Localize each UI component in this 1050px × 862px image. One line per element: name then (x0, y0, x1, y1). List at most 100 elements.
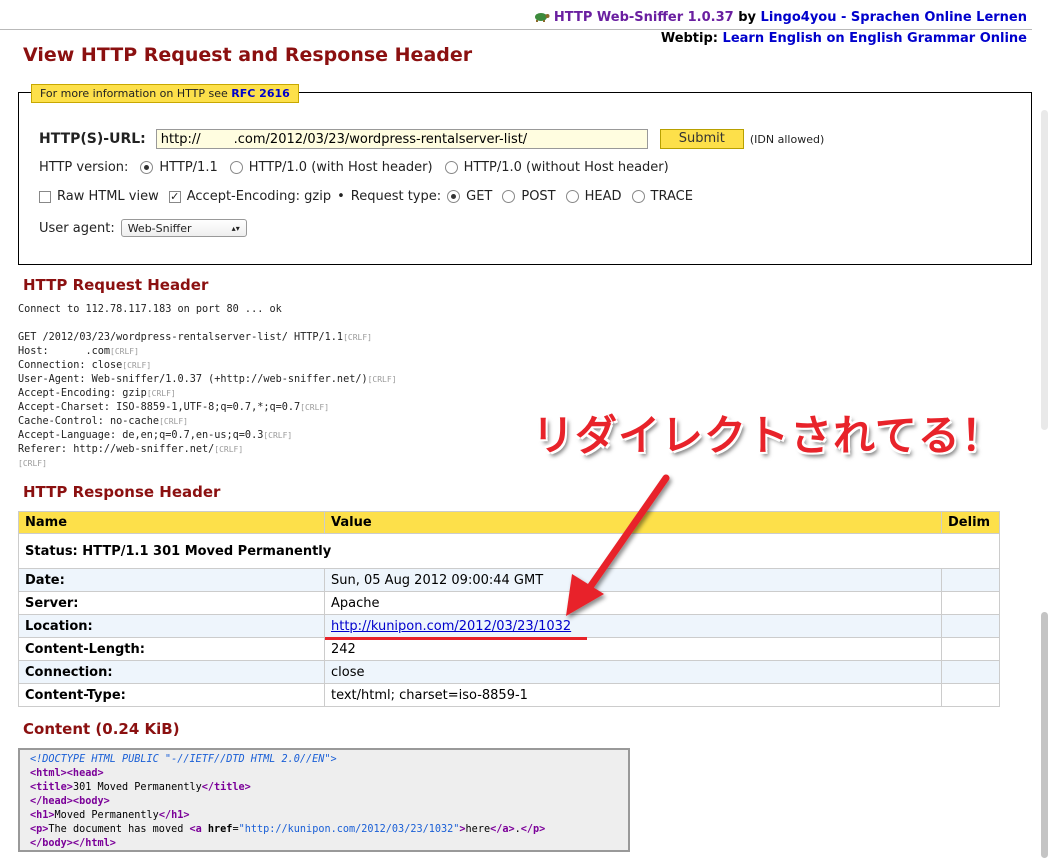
header-delim (941, 591, 1000, 615)
header-delim (941, 614, 1000, 638)
request-line: Connection: close (18, 360, 123, 371)
user-agent-value: Web-Sniffer (127, 221, 192, 235)
radio-http10-host-label: HTTP/1.0 (with Host header) (248, 160, 433, 175)
request-line: Host: .com (18, 346, 111, 357)
source-line: <p>The document has moved <a href="http:… (30, 824, 546, 835)
user-agent-select[interactable]: Web-Sniffer ▴▾ (120, 219, 247, 237)
header-name: Content-Type: (18, 683, 325, 707)
crlf-marker: [CRLF] (367, 375, 397, 384)
status-row: Status: HTTP/1.1 301 Moved Permanently (18, 533, 1000, 569)
crlf-marker: [CRLF] (159, 417, 188, 426)
column-header-delim: Delim (941, 511, 1000, 534)
content-source-box: <!DOCTYPE HTML PUBLIC "-//IETF//DTD HTML… (18, 748, 630, 852)
page-title: View HTTP Request and Response Header (23, 44, 473, 66)
response-header-table: Name Value Delim Status: HTTP/1.1 301 Mo… (18, 511, 1000, 707)
crlf-marker: [CRLF] (214, 445, 244, 454)
column-header-name: Name (18, 511, 325, 534)
link-text: here (465, 824, 491, 835)
crlf-marker: [CRLF] (343, 333, 372, 342)
header-delim (941, 683, 1000, 707)
request-header-block: GET /2012/03/23/wordpress-rentalserver-l… (18, 331, 397, 471)
webtip-label: Webtip: (660, 31, 718, 46)
options-row: Raw HTML view ✓ Accept-Encoding: gzip • … (39, 189, 693, 204)
crlf-marker: [CRLF] (122, 361, 152, 370)
header-name: Server: (18, 591, 325, 615)
request-line: Accept-Encoding: gzip (18, 388, 147, 399)
http-version-label: HTTP version: (39, 160, 129, 175)
request-line: Accept-Language: de,en;q=0.7,en-us;q=0.3 (18, 430, 264, 441)
brand-line: HTTP Web-Sniffer 1.0.37 by Lingo4you - S… (532, 7, 1027, 28)
h1-text: Moved Permanently (54, 810, 159, 821)
accept-encoding-label: Accept-Encoding: gzip (186, 189, 332, 204)
header-name: Connection: (18, 660, 325, 684)
table-row: Content-Length: 242 (18, 637, 1000, 661)
url-input[interactable] (155, 129, 648, 149)
rfc-link[interactable]: RFC 2616 (231, 87, 290, 100)
brand-name: HTTP Web-Sniffer 1.0.37 (553, 10, 734, 25)
scrollbar-track[interactable] (1041, 110, 1048, 430)
source-line: </body></html> (30, 838, 116, 849)
header-name: Date: (18, 568, 325, 592)
user-agent-label: User agent: (39, 220, 115, 236)
source-line: <h1>Moved Permanently</h1> (30, 810, 190, 821)
radio-post[interactable] (502, 190, 516, 203)
header-delim (941, 660, 1000, 684)
by-text: by (738, 10, 757, 25)
request-line: User-Agent: Web-sniffer/1.0.37 (+http://… (18, 374, 368, 385)
radio-http10-nohost-label: HTTP/1.0 (without Host header) (463, 160, 669, 175)
webtip-line: Webtip: Learn English on English Grammar… (532, 28, 1027, 49)
request-line: GET /2012/03/23/wordpress-rentalserver-l… (18, 332, 344, 343)
header-delim (941, 637, 1000, 661)
header-name: Location: (18, 614, 325, 638)
radio-http10-host[interactable] (229, 161, 243, 174)
connect-line: Connect to 112.78.117.183 on port 80 ...… (18, 304, 282, 315)
top-divider (0, 29, 1032, 30)
webtip-link[interactable]: Learn English on English Grammar Online (723, 31, 1027, 46)
http-version-row: HTTP version: HTTP/1.1 HTTP/1.0 (with Ho… (39, 160, 669, 175)
idn-note: (IDN allowed) (749, 132, 825, 146)
href-value: "http://kunipon.com/2012/03/23/1032" (238, 824, 460, 835)
scrollbar-thumb[interactable] (1041, 612, 1048, 858)
radio-http10-nohost[interactable] (444, 161, 458, 174)
radio-trace[interactable] (631, 190, 645, 203)
header-value-cell: http://kunipon.com/2012/03/23/1032 (324, 614, 942, 638)
radio-http11-label: HTTP/1.1 (159, 160, 218, 175)
radio-head[interactable] (565, 190, 579, 203)
doctype-line: <!DOCTYPE HTML PUBLIC "-//IETF//DTD HTML… (30, 754, 337, 765)
request-line: Referer: http://web-sniffer.net/ (18, 444, 215, 455)
radio-http11[interactable] (140, 161, 154, 174)
crlf-marker: [CRLF] (110, 347, 139, 356)
crlf-marker: [CRLF] (146, 389, 176, 398)
accept-encoding-checkbox[interactable]: ✓ (168, 190, 181, 203)
bullet-separator: • (337, 189, 345, 204)
header-value: 242 (324, 637, 942, 661)
p-text: The document has moved (48, 824, 184, 835)
radio-post-label: POST (521, 189, 556, 204)
url-label: HTTP(S)-URL: (39, 131, 146, 147)
request-type-label: Request type: (350, 189, 442, 204)
submit-button[interactable]: Submit (659, 129, 744, 149)
header-value: Sun, 05 Aug 2012 09:00:44 GMT (324, 568, 942, 592)
radio-get[interactable] (447, 190, 461, 203)
column-header-value: Value (324, 511, 942, 534)
top-bar: HTTP Web-Sniffer 1.0.37 by Lingo4you - S… (532, 7, 1027, 49)
crlf-marker: [CRLF] (18, 459, 47, 468)
header-name: Content-Length: (18, 637, 325, 661)
table-row: Location: http://kunipon.com/2012/03/23/… (18, 614, 1000, 638)
table-header-row: Name Value Delim (18, 511, 1000, 534)
location-link[interactable]: http://kunipon.com/2012/03/23/1032 (331, 619, 571, 634)
annotation-underline (325, 637, 587, 640)
source-line: <html><head> (30, 768, 104, 779)
author-link[interactable]: Lingo4you - Sprachen Online Lernen (761, 10, 1027, 25)
status-text: Status: HTTP/1.1 301 Moved Permanently (18, 533, 1000, 569)
raw-html-checkbox[interactable] (39, 190, 51, 203)
annotation-text: リダイレクトされてる！ (532, 411, 1004, 460)
user-agent-row: User agent: Web-Sniffer ▴▾ (39, 219, 247, 237)
crlf-marker: [CRLF] (300, 403, 330, 412)
header-value: close (324, 660, 942, 684)
header-delim (941, 568, 1000, 592)
source-line: <title>301 Moved Permanently</title> (30, 782, 251, 793)
request-line: Cache-Control: no-cache (18, 416, 160, 427)
radio-head-label: HEAD (584, 189, 622, 204)
radio-trace-label: TRACE (650, 189, 693, 204)
